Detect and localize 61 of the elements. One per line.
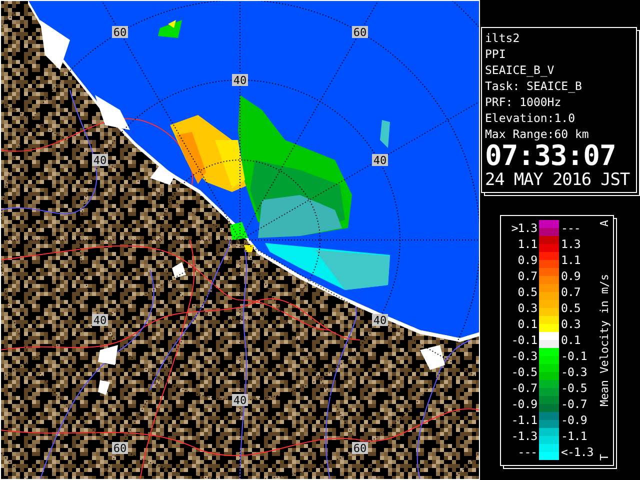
legend-label: >1.3 xyxy=(510,220,538,236)
legend-label: --- xyxy=(516,444,538,460)
legend-label: -1.1 xyxy=(510,412,538,428)
range-label: 60 xyxy=(112,26,128,39)
range-label: 60 xyxy=(352,26,368,39)
ground-clutter-echo xyxy=(98,345,118,365)
ground-clutter-echo xyxy=(150,165,175,185)
legend-label: -0.5 xyxy=(510,364,538,380)
legend-label: -0.3 xyxy=(561,364,588,380)
legend-bottom-mark: T xyxy=(599,454,611,461)
radar-echo xyxy=(380,120,390,148)
legend-label: 1.3 xyxy=(561,236,582,252)
scan-type: PPI xyxy=(485,46,507,62)
range-label: 60 xyxy=(112,442,128,455)
prf-value: PRF: 1000Hz xyxy=(485,94,562,110)
range-label: 60 xyxy=(352,442,368,455)
legend-top-mark: A xyxy=(599,220,611,227)
legend-label: 0.9 xyxy=(561,268,582,284)
legend-label: -0.9 xyxy=(510,396,538,412)
product-name: SEAICE_B_V xyxy=(485,62,556,78)
ground-clutter-echo xyxy=(40,20,70,70)
legend-label: 1.1 xyxy=(516,236,538,252)
legend-label: 0.5 xyxy=(561,300,582,316)
range-label: 40 xyxy=(232,394,248,407)
range-label: 40 xyxy=(92,314,108,327)
legend-label: -0.3 xyxy=(510,348,538,364)
ground-clutter-echo xyxy=(95,95,130,130)
legend-label: -0.7 xyxy=(561,396,588,412)
legend-label: 0.1 xyxy=(516,316,538,332)
elevation-value: Elevation:1.0 xyxy=(485,110,576,126)
legend-label: 0.9 xyxy=(516,252,538,268)
legend-label: -1.1 xyxy=(561,428,588,444)
range-label: 40 xyxy=(372,314,388,327)
legend-title: Mean Velocity in m/s xyxy=(599,274,611,407)
legend-label: -0.5 xyxy=(561,380,588,396)
legend-label: -1.3 xyxy=(510,428,538,444)
range-label: 40 xyxy=(232,74,248,87)
legend-label: -0.9 xyxy=(561,412,588,428)
task-name: Task: SEAICE_B xyxy=(485,78,583,94)
radar-echo xyxy=(158,20,182,38)
ground-clutter-echo xyxy=(420,345,445,370)
ground-clutter-echo xyxy=(172,262,186,278)
legend-label: 0.5 xyxy=(516,284,538,300)
legend-label: 0.1 xyxy=(561,332,582,348)
ground-clutter-echo xyxy=(98,380,110,395)
legend-label: 0.7 xyxy=(561,284,582,300)
legend-label: 0.3 xyxy=(561,316,582,332)
scan-time: 07:33:07 xyxy=(485,142,617,170)
legend-label: -0.7 xyxy=(510,380,538,396)
range-label: 40 xyxy=(372,154,388,167)
legend-label: <-1.3 xyxy=(561,444,594,460)
legend-label: -0.1 xyxy=(561,348,588,364)
range-label: 40 xyxy=(92,154,108,167)
legend-label: -0.1 xyxy=(510,332,538,348)
station-name: ilts2 xyxy=(485,30,521,46)
scan-date: 24 MAY 2016 JST xyxy=(485,170,631,190)
legend-label: --- xyxy=(561,220,582,236)
legend-label: 0.7 xyxy=(516,268,538,284)
legend-label: 0.3 xyxy=(516,300,538,316)
legend-label: 1.1 xyxy=(561,252,582,268)
max-range-value: Max Range:60 km xyxy=(485,126,590,142)
